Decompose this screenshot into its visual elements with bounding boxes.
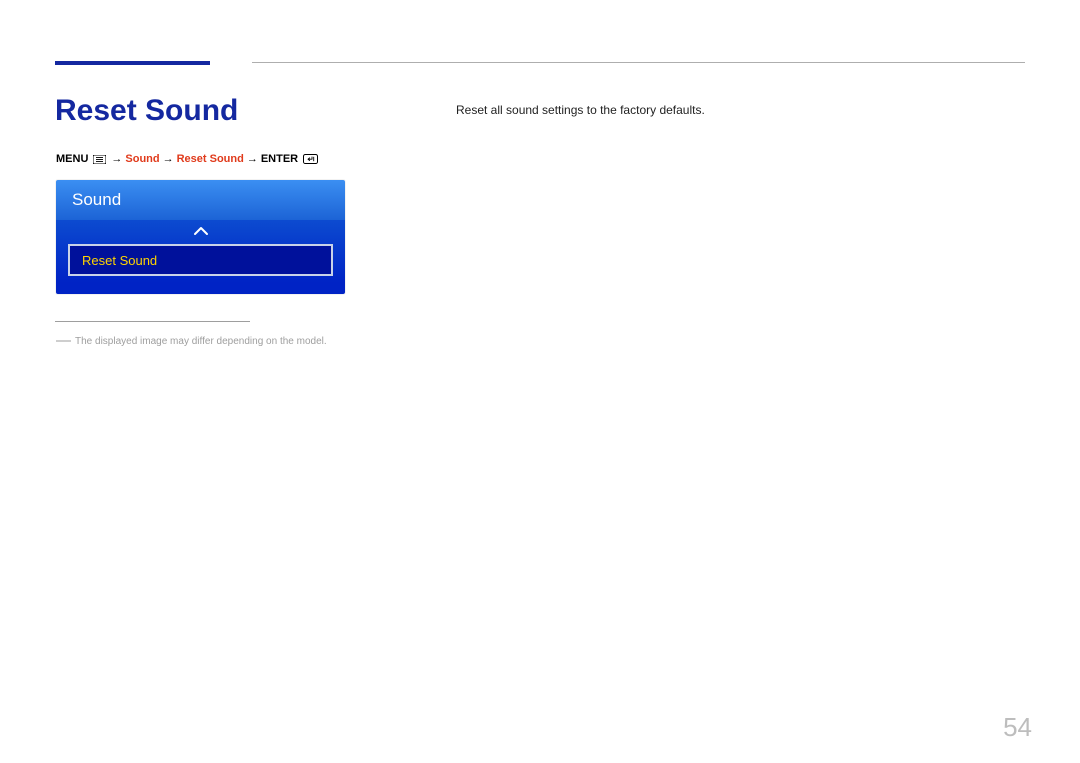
breadcrumb-arrow-3: → — [247, 153, 258, 165]
breadcrumb-segment-sound: Sound — [125, 153, 159, 165]
osd-header: Sound — [56, 180, 345, 220]
header-rule — [252, 62, 1025, 63]
menu-icon — [93, 155, 106, 164]
footnote-rule — [55, 321, 250, 322]
footnote: ― The displayed image may differ dependi… — [56, 336, 327, 347]
breadcrumb-arrow-1: → — [111, 153, 122, 165]
header-accent-bar — [55, 61, 210, 65]
breadcrumb-arrow-2: → — [163, 153, 174, 165]
osd-panel: Sound Reset Sound — [56, 180, 345, 294]
breadcrumb: MENU → Sound → Reset Sound → ENTER — [56, 153, 320, 165]
enter-icon — [303, 154, 318, 164]
osd-header-title: Sound — [72, 190, 121, 210]
breadcrumb-enter-label: ENTER — [261, 153, 298, 165]
chevron-up-icon[interactable] — [68, 220, 333, 244]
osd-item-reset-sound[interactable]: Reset Sound — [68, 244, 333, 276]
page-number: 54 — [1003, 712, 1032, 743]
osd-item-label: Reset Sound — [82, 253, 157, 268]
osd-body: Reset Sound — [56, 220, 345, 294]
body-text: Reset all sound settings to the factory … — [456, 103, 705, 117]
footnote-dash-icon: ― — [56, 336, 71, 345]
footnote-text: The displayed image may differ depending… — [75, 336, 327, 347]
page-title: Reset Sound — [55, 94, 238, 128]
breadcrumb-menu-label: MENU — [56, 153, 88, 165]
breadcrumb-segment-reset-sound: Reset Sound — [177, 153, 244, 165]
